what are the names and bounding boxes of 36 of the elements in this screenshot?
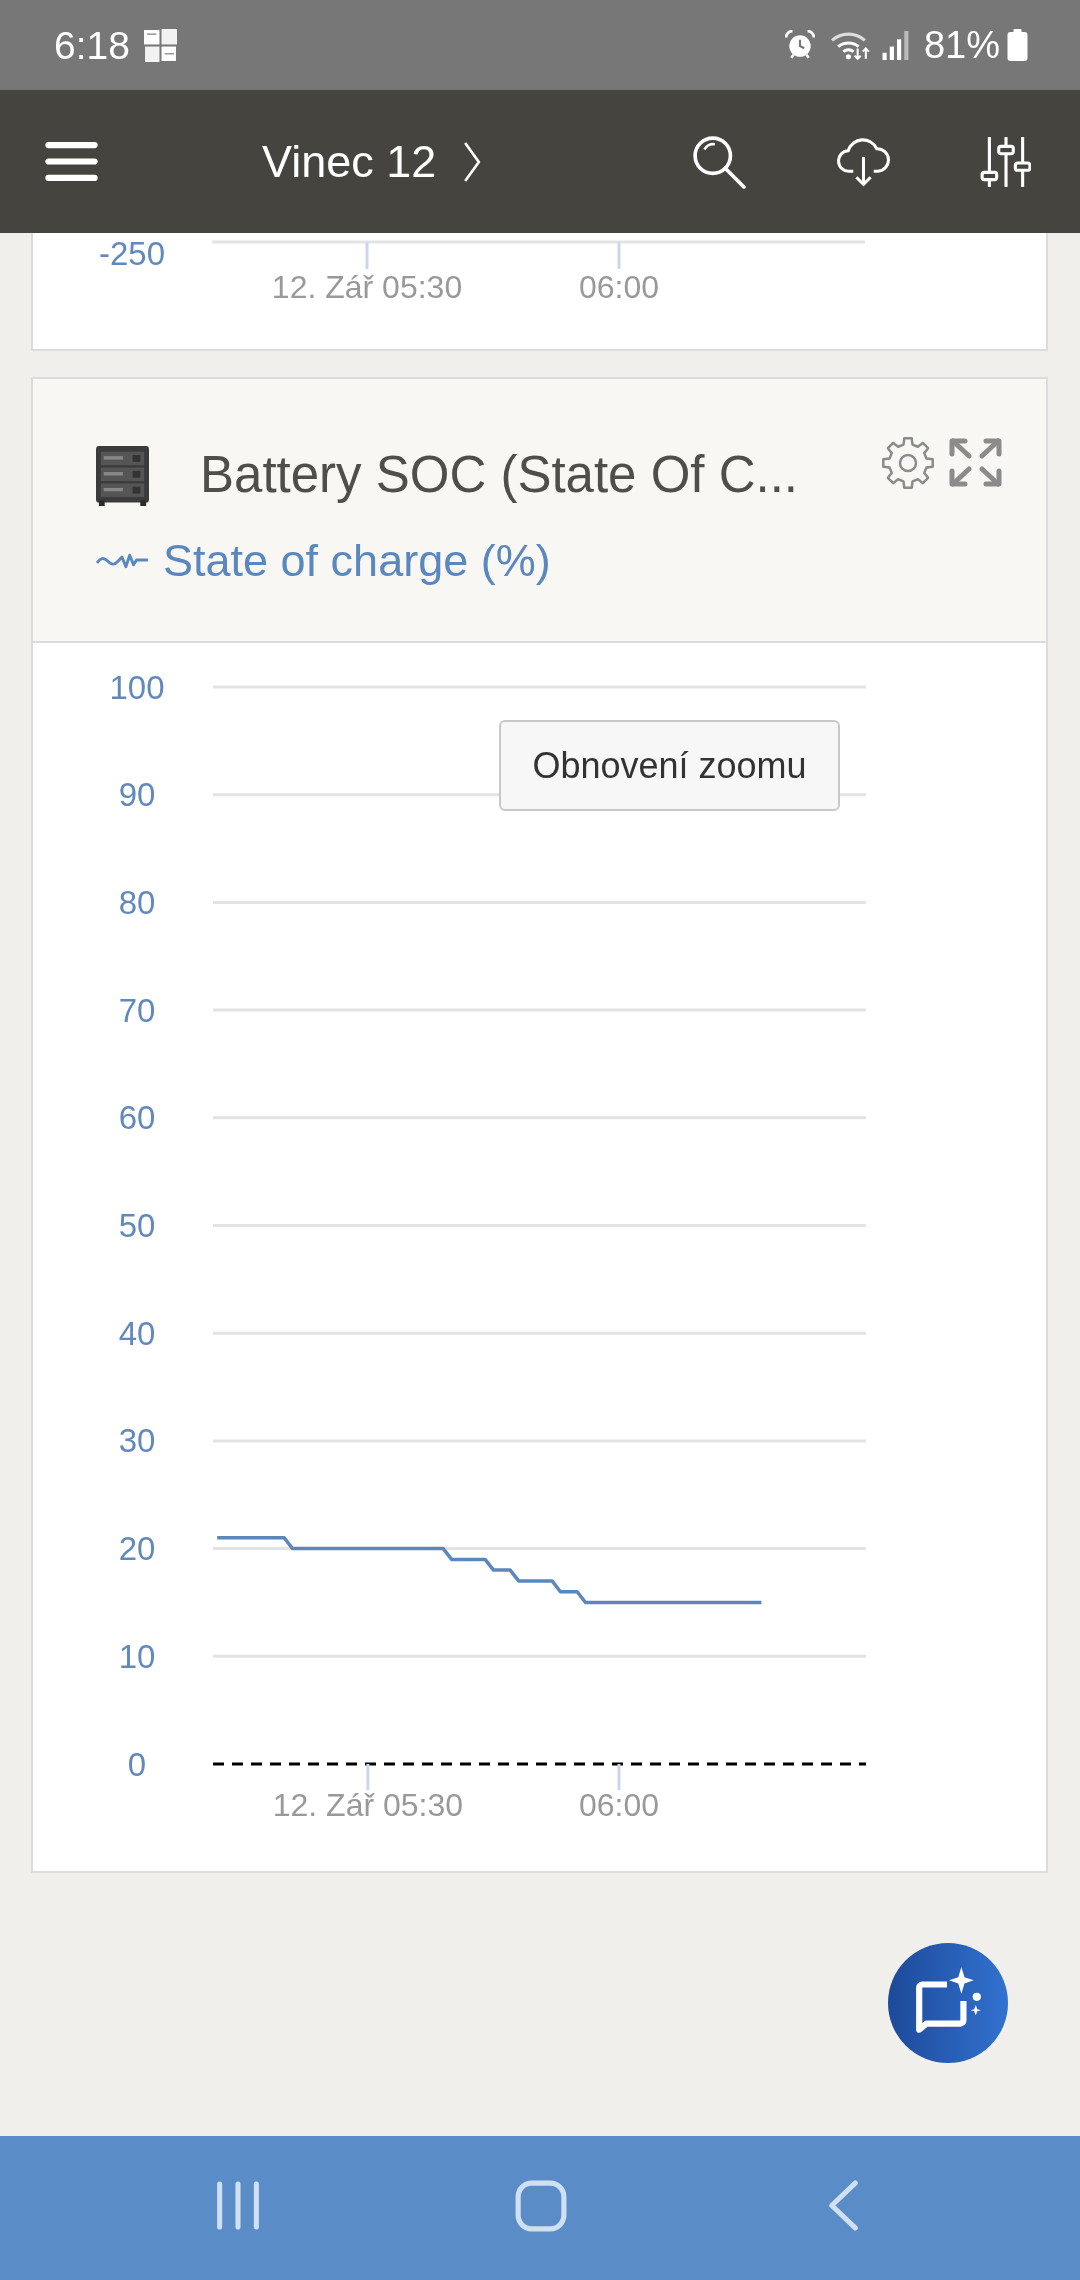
y-axis-label: 30 (118, 1422, 156, 1460)
back-icon[interactable] (826, 2180, 860, 2231)
y-axis-label: 50 (118, 1207, 156, 1244)
sliders-icon[interactable] (980, 134, 1031, 189)
y-axis-label: 100 (109, 668, 165, 706)
y-axis-label: 80 (118, 883, 156, 921)
expand-icon[interactable] (948, 437, 1003, 488)
reset-zoom-button[interactable]: Obnovení zoomu (499, 720, 840, 811)
y-axis-label: 90 (118, 776, 156, 814)
waveform-icon (96, 551, 149, 571)
y-axis-label: 70 (118, 991, 156, 1029)
notification-app-icon (143, 28, 177, 62)
x-axis-label: 12. Zář 05:30 (271, 269, 463, 305)
signal-icon (881, 30, 910, 60)
menu-icon[interactable] (45, 142, 98, 181)
status-time: 6:18 (54, 25, 130, 65)
y-axis-label: 40 (118, 1314, 156, 1352)
x-axis-label: 06:00 (578, 1787, 660, 1823)
cloud-download-icon[interactable] (837, 135, 890, 188)
search-icon[interactable] (692, 134, 746, 189)
home-icon[interactable] (515, 2180, 567, 2232)
battery-percentage: 81% (923, 26, 1000, 64)
y-axis-label: -250 (98, 234, 166, 272)
y-axis-label: 0 (127, 1745, 147, 1783)
y-axis-label: 20 (118, 1530, 156, 1568)
chevron-right-icon (463, 140, 482, 183)
settings-icon[interactable] (882, 437, 934, 489)
battery-icon (1007, 29, 1028, 61)
widget-title: Battery SOC (State Of C... (200, 445, 798, 505)
site-selector-button[interactable]: Vinec 12 (262, 139, 482, 184)
x-axis-label: 06:00 (578, 269, 660, 305)
battery-cabinet-icon (96, 446, 149, 506)
alarm-icon (784, 30, 815, 60)
y-axis-label: 10 (118, 1637, 156, 1675)
y-axis-label: 60 (118, 1099, 156, 1137)
x-axis-label: 12. Zář 05:30 (272, 1787, 464, 1823)
